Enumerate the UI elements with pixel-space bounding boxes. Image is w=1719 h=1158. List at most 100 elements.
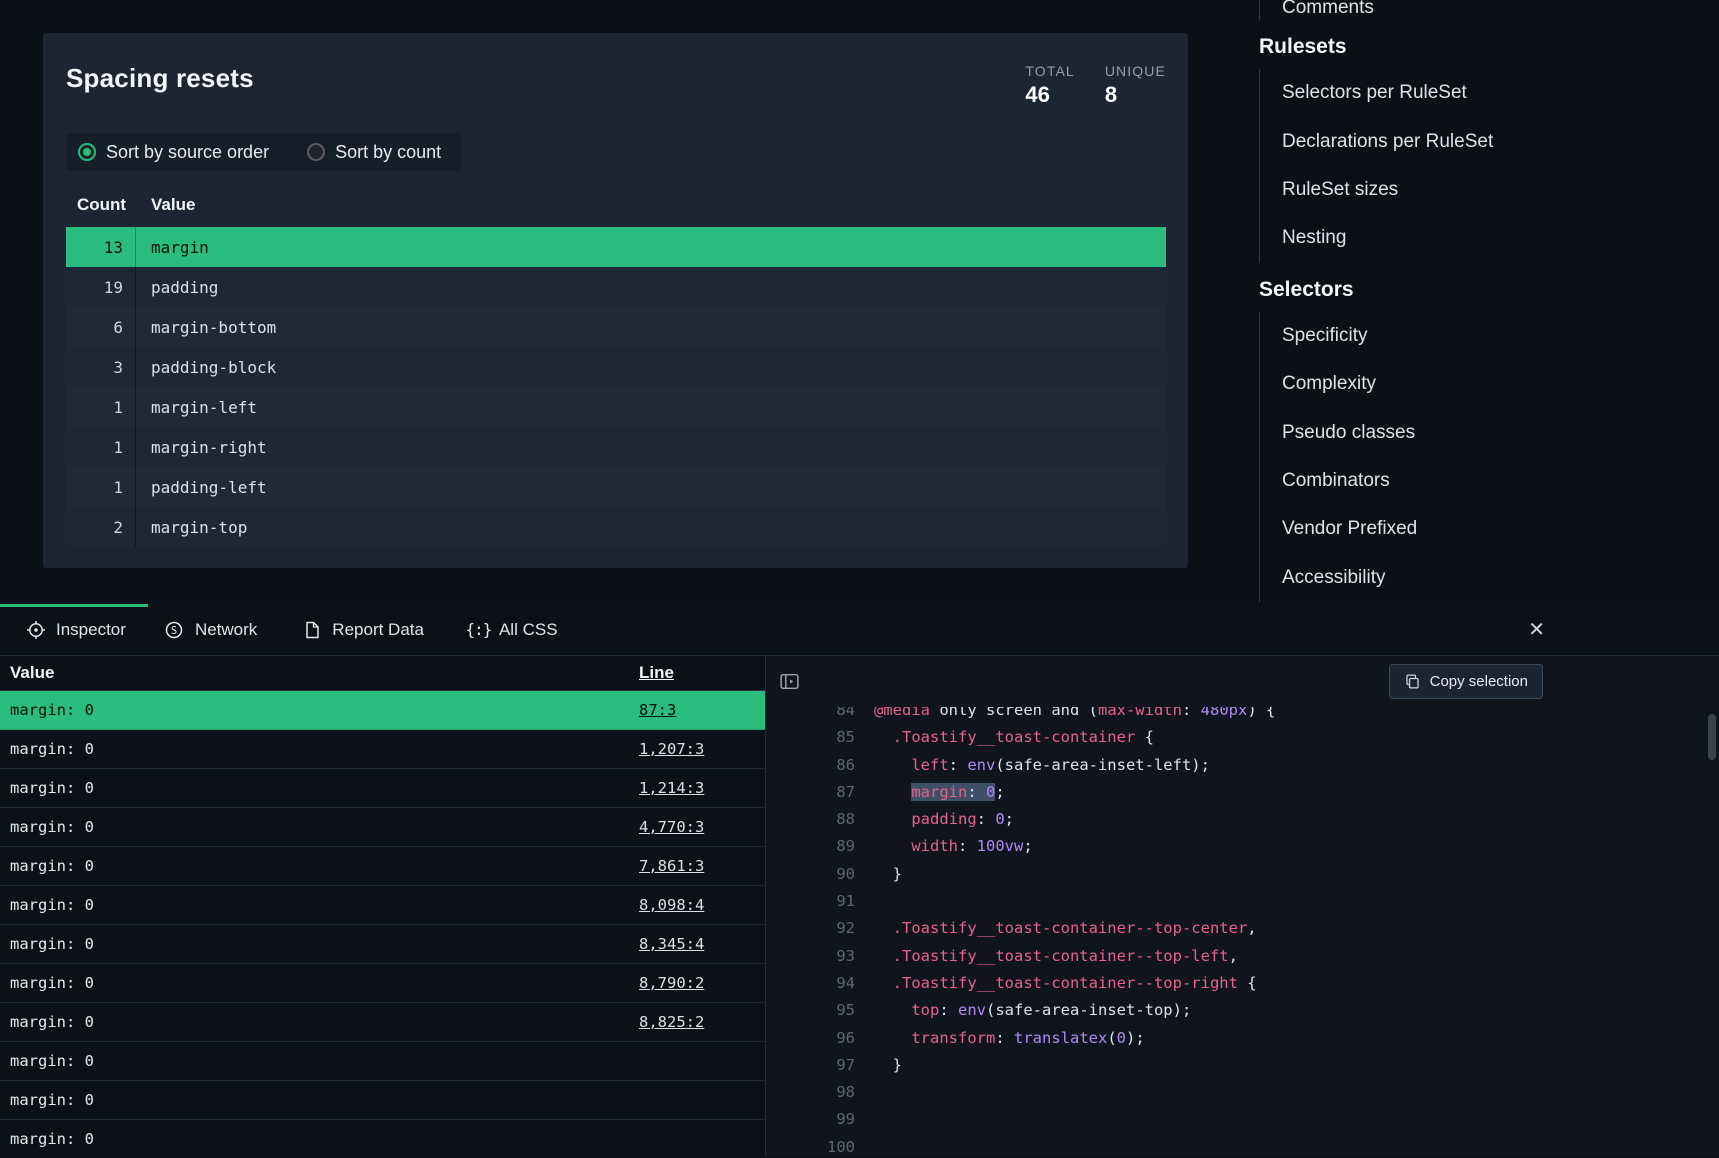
line-link[interactable]: 8,825:2: [639, 1013, 704, 1031]
tab-network[interactable]: SNetwork: [142, 604, 279, 655]
svg-text:S: S: [171, 624, 177, 636]
line-link[interactable]: 8,345:4: [639, 935, 704, 953]
result-row[interactable]: margin: 0: [0, 1042, 765, 1081]
result-row[interactable]: margin: 04,770:3: [0, 808, 765, 847]
spacing-row-padding-left[interactable]: 1padding-left: [66, 467, 1166, 507]
toggle-sidebar-icon[interactable]: [778, 671, 800, 693]
sidebar-item-specificity[interactable]: Specificity: [1260, 312, 1719, 360]
sidebar-item-accessibility[interactable]: Accessibility: [1260, 554, 1719, 602]
sort-option-sort-by-count[interactable]: Sort by count: [307, 142, 441, 163]
code-scroll-area[interactable]: 84@media only screen and (max-width: 480…: [766, 707, 1719, 1157]
count-cell: 13: [66, 227, 136, 267]
spacing-row-padding[interactable]: 19padding: [66, 267, 1166, 307]
sort-options: Sort by source order Sort by count: [66, 133, 461, 171]
copy-selection-button[interactable]: Copy selection: [1389, 664, 1543, 699]
spacing-row-margin-left[interactable]: 1margin-left: [66, 387, 1166, 427]
line-link[interactable]: 87:3: [639, 701, 676, 719]
result-value: margin: 0: [10, 1130, 94, 1148]
count-cell: 6: [66, 307, 136, 347]
line-link[interactable]: 7,861:3: [639, 857, 704, 875]
stat-total: TOTAL46: [1025, 63, 1074, 108]
result-row[interactable]: margin: 0 8,790:2: [0, 964, 765, 1003]
tab-inspector[interactable]: Inspector: [0, 604, 142, 655]
result-row[interactable]: margin: 0: [0, 1120, 765, 1157]
code-text: .Toastify__toast-container--top-right {: [874, 970, 1257, 997]
result-value: margin: 0: [10, 701, 94, 719]
value-cell: padding-block: [136, 347, 276, 387]
globe-icon: S: [164, 619, 185, 640]
result-row[interactable]: margin: 08,825:2: [0, 1003, 765, 1042]
main-area: Spacing resets TOTAL46UNIQUE8 Sort by so…: [0, 0, 1719, 604]
sidebar-list: Selectors per RuleSetDeclarations per Ru…: [1259, 69, 1719, 263]
result-line-cell: 1,214:3: [639, 779, 765, 797]
line-link[interactable]: 1,214:3: [639, 779, 704, 797]
result-row[interactable]: margin: 08,098:4: [0, 886, 765, 925]
tab-label: Inspector: [56, 620, 126, 640]
code-line: 88 padding: 0;: [766, 806, 1719, 833]
line-link[interactable]: 8,790:2: [639, 974, 704, 992]
result-line-cell: 4,770:3: [639, 818, 765, 836]
radio-unselected-icon[interactable]: [307, 143, 325, 161]
sidebar-groups: Rulesets Selectors per RuleSetDeclaration…: [1259, 34, 1719, 602]
sidebar-item-selectors-per-ruleset[interactable]: Selectors per RuleSet: [1260, 69, 1719, 117]
result-line-cell: 7,861:3: [639, 857, 765, 875]
value-cell: margin-top: [136, 507, 247, 547]
spacing-row-padding-block[interactable]: 3padding-block: [66, 347, 1166, 387]
radio-selected-icon[interactable]: [78, 143, 96, 161]
spacing-row-margin[interactable]: 13margin: [66, 227, 1166, 267]
code-toolbar: Copy selection: [766, 656, 1719, 707]
value-cell: margin-right: [136, 427, 267, 467]
result-value: margin: 0: [10, 974, 94, 992]
sort-option-label: Sort by count: [335, 142, 441, 163]
code-scrollbar-thumb[interactable]: [1708, 714, 1716, 760]
line-link[interactable]: 1,207:3: [639, 740, 704, 758]
sidebar-item-ruleset-sizes[interactable]: RuleSet sizes: [1260, 166, 1719, 214]
results-value-header: Value: [10, 663, 54, 683]
value-cell: margin-bottom: [136, 307, 276, 347]
sidebar-item-pseudo-classes[interactable]: Pseudo classes: [1260, 408, 1719, 456]
line-link[interactable]: 8,098:4: [639, 896, 704, 914]
result-row[interactable]: margin: 0 7,861:3: [0, 847, 765, 886]
spacing-row-margin-bottom[interactable]: 6margin-bottom: [66, 307, 1166, 347]
sidebar-item-nesting[interactable]: Nesting: [1260, 214, 1719, 262]
result-value: margin: 0: [10, 857, 94, 875]
line-link[interactable]: 4,770:3: [639, 818, 704, 836]
count-cell: 1: [66, 427, 136, 467]
sidebar-list: SpecificityComplexityPseudo classesCombi…: [1259, 312, 1719, 602]
line-number: 84: [766, 707, 855, 724]
sort-option-sort-by-source-order[interactable]: Sort by source order: [78, 142, 269, 163]
code-viewer: Copy selection 84@media only screen and …: [766, 656, 1719, 1157]
code-line: 85 .Toastify__toast-container {: [766, 724, 1719, 751]
sidebar-item-declarations-per-ruleset[interactable]: Declarations per RuleSet: [1260, 117, 1719, 165]
code-line: 99: [766, 1106, 1719, 1133]
result-row[interactable]: margin: 01,207:3: [0, 730, 765, 769]
line-number: 94: [766, 970, 855, 997]
tab-report-data[interactable]: Report Data: [279, 604, 446, 655]
sidebar-heading-selectors: Selectors: [1259, 277, 1719, 303]
code-line: 89 width: 100vw;: [766, 833, 1719, 860]
spacing-row-margin-right[interactable]: 1margin-right: [66, 427, 1166, 467]
close-panel-button[interactable]: ✕: [1524, 604, 1549, 654]
result-value: margin: 0: [10, 935, 94, 953]
bottom-panel: Inspector SNetwork Report Data {:}All CSS ✕…: [0, 604, 1719, 1158]
sidebar-item-combinators[interactable]: Combinators: [1260, 457, 1719, 505]
count-cell: 19: [66, 267, 136, 307]
code-line: 95 top: env(safe-area-inset-top);: [766, 997, 1719, 1024]
result-row[interactable]: margin: 0: [0, 1081, 765, 1120]
result-line-cell: 8,098:4: [639, 896, 765, 914]
sidebar-item-vendor-prefixed[interactable]: Vendor Prefixed: [1260, 505, 1719, 553]
result-row[interactable]: margin: 0 8,345:4: [0, 925, 765, 964]
result-row[interactable]: margin: 0 87:3: [0, 691, 765, 730]
result-row[interactable]: margin: 01,214:3: [0, 769, 765, 808]
sidebar-heading-rulesets: Rulesets: [1259, 34, 1719, 60]
result-line-cell: 8,825:2: [639, 1013, 765, 1031]
sidebar-item-complexity[interactable]: Complexity: [1260, 360, 1719, 408]
tab-label: Report Data: [332, 620, 424, 640]
results-line-header[interactable]: Line: [639, 663, 765, 683]
spacing-row-margin-top[interactable]: 2margin-top: [66, 507, 1166, 547]
value-cell: margin-left: [136, 387, 257, 427]
stat-unique: UNIQUE8: [1105, 63, 1166, 108]
sidebar-item-comments[interactable]: Comments: [1259, 0, 1719, 20]
tab-all-css[interactable]: {:}All CSS: [446, 604, 580, 655]
code-line: 94 .Toastify__toast-container--top-right…: [766, 970, 1719, 997]
